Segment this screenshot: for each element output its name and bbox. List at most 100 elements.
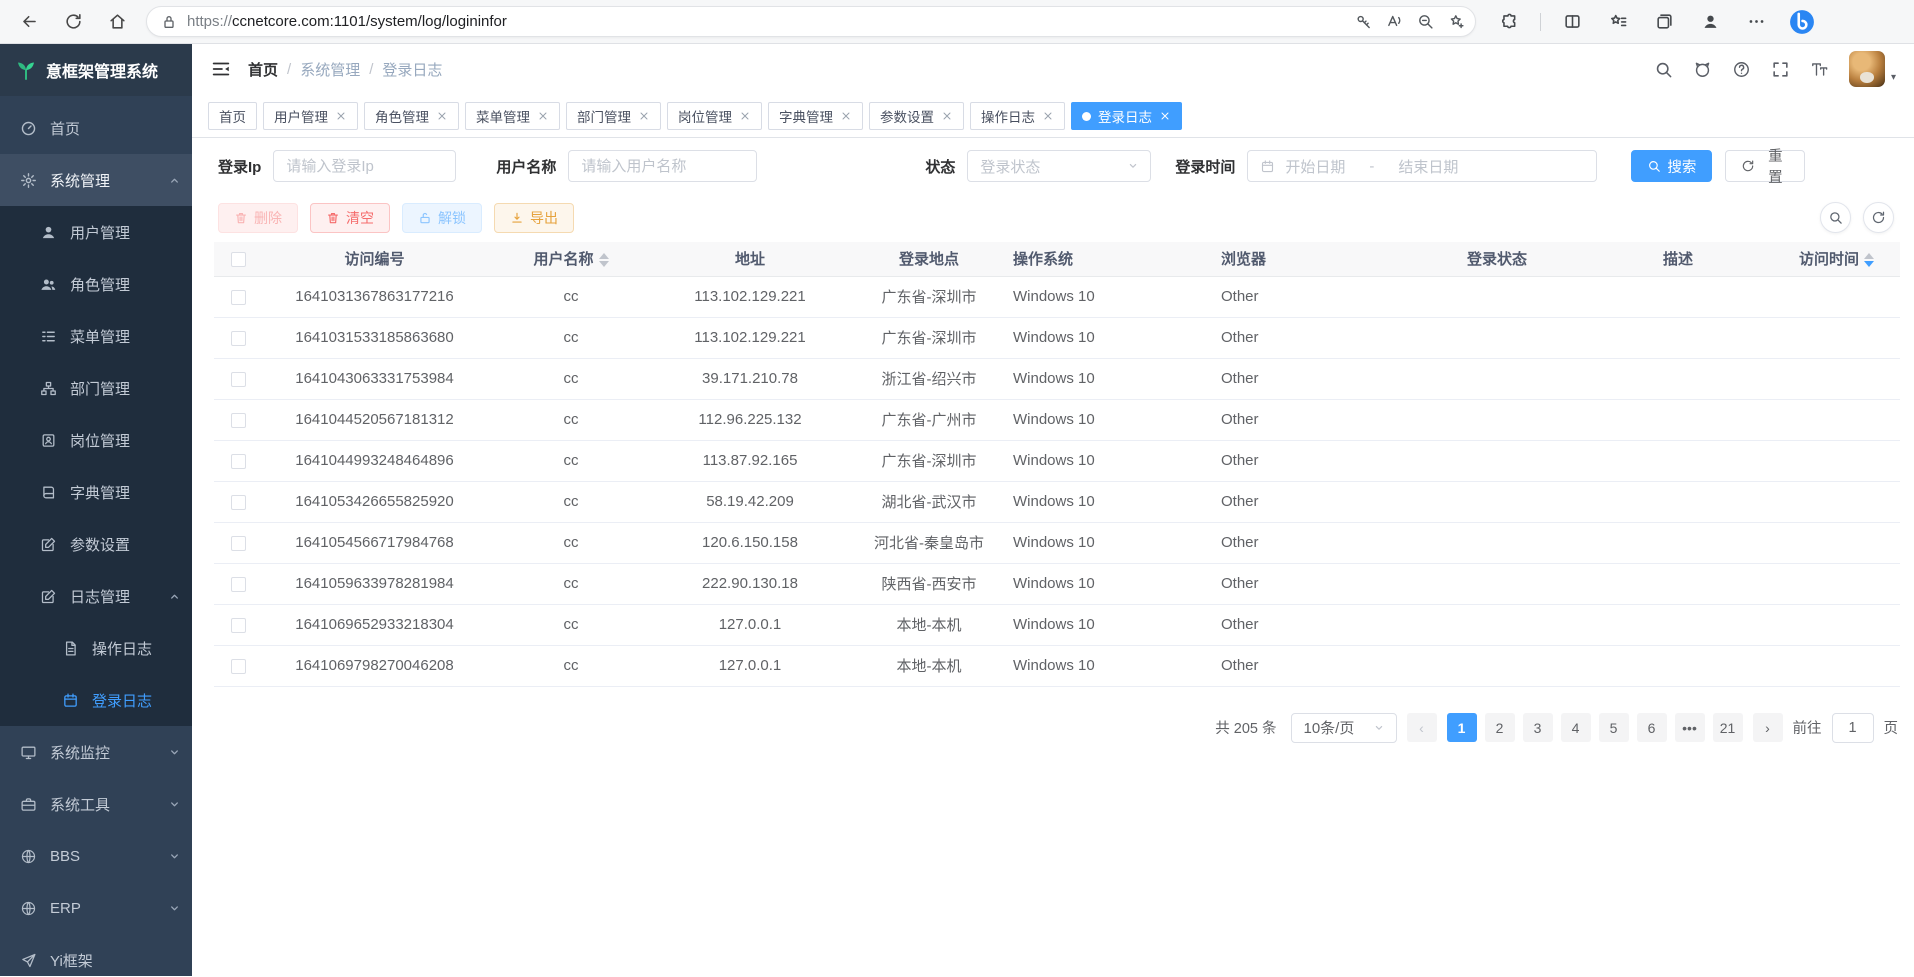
tab-param-settings[interactable]: 参数设置: [869, 102, 964, 130]
clear-button[interactable]: 清空: [310, 203, 390, 233]
select-all-checkbox[interactable]: [231, 252, 246, 267]
login-ip-input[interactable]: [273, 150, 456, 182]
end-date-placeholder[interactable]: 结束日期: [1398, 156, 1458, 177]
sidebar-item-system-tools[interactable]: 系统工具: [0, 778, 192, 830]
column-header[interactable]: 用户名称: [487, 242, 655, 276]
app-logo[interactable]: 意框架管理系统: [0, 44, 192, 96]
user-name-input[interactable]: [568, 150, 757, 182]
sidebar-item-login-log[interactable]: 登录日志: [0, 674, 192, 726]
page-button[interactable]: 5: [1599, 713, 1629, 742]
sidebar-item-dict-mgmt[interactable]: 字典管理: [0, 466, 192, 518]
zoom-out-icon[interactable]: [1417, 13, 1434, 30]
breadcrumb-item[interactable]: 登录日志: [382, 59, 442, 80]
favorite-add-icon[interactable]: [1448, 13, 1465, 30]
key-icon[interactable]: [1355, 13, 1372, 30]
tab-home[interactable]: 首页: [208, 102, 257, 130]
close-icon[interactable]: [739, 110, 751, 122]
search-button[interactable]: 搜索: [1631, 150, 1712, 182]
sidebar-item-home[interactable]: 首页: [0, 102, 192, 154]
export-button[interactable]: 导出: [494, 203, 574, 233]
sidebar-item-param-settings[interactable]: 参数设置: [0, 518, 192, 570]
next-page-button[interactable]: ›: [1753, 713, 1783, 742]
tab-role-mgmt[interactable]: 角色管理: [364, 102, 459, 130]
home-button[interactable]: [102, 7, 132, 37]
start-date-placeholder[interactable]: 开始日期: [1285, 156, 1345, 177]
close-icon[interactable]: [941, 110, 953, 122]
page-button[interactable]: 4: [1561, 713, 1591, 742]
sidebar-item-system-monitor[interactable]: 系统监控: [0, 726, 192, 778]
tab-dict-mgmt[interactable]: 字典管理: [768, 102, 863, 130]
row-checkbox[interactable]: [231, 454, 246, 469]
sidebar-item-dept-mgmt[interactable]: 部门管理: [0, 362, 192, 414]
unlock-button[interactable]: 解锁: [402, 203, 482, 233]
github-icon[interactable]: [1693, 60, 1712, 79]
sort-desc-icon[interactable]: [1864, 261, 1874, 267]
row-checkbox[interactable]: [231, 290, 246, 305]
font-size-icon[interactable]: [1810, 60, 1829, 79]
close-icon[interactable]: [436, 110, 448, 122]
page-button[interactable]: 1: [1447, 713, 1477, 742]
sort-asc-icon[interactable]: [599, 253, 609, 259]
show-search-button[interactable]: [1820, 202, 1851, 233]
breadcrumb-item[interactable]: 首页: [248, 59, 278, 80]
column-header[interactable]: 访问时间: [1773, 242, 1900, 276]
user-avatar[interactable]: [1849, 51, 1885, 87]
reset-button[interactable]: 重置: [1725, 150, 1805, 182]
row-checkbox[interactable]: [231, 659, 246, 674]
row-checkbox[interactable]: [231, 577, 246, 592]
help-icon[interactable]: [1732, 60, 1751, 79]
row-checkbox[interactable]: [231, 331, 246, 346]
page-button[interactable]: 2: [1485, 713, 1515, 742]
tab-post-mgmt[interactable]: 岗位管理: [667, 102, 762, 130]
address-bar[interactable]: https://ccnetcore.com:1101/system/log/lo…: [146, 6, 1476, 37]
close-icon[interactable]: [1159, 110, 1171, 122]
page-size-select[interactable]: 10条/页: [1291, 713, 1397, 743]
goto-page-input[interactable]: [1832, 713, 1874, 743]
fullscreen-icon[interactable]: [1771, 60, 1790, 79]
sidebar-item-yi-framework[interactable]: Yi框架: [0, 934, 192, 976]
prev-page-button[interactable]: ‹: [1407, 713, 1437, 742]
tab-dept-mgmt[interactable]: 部门管理: [566, 102, 661, 130]
close-icon[interactable]: [1042, 110, 1054, 122]
menu-fold-icon[interactable]: [210, 58, 232, 80]
breadcrumb-item[interactable]: 系统管理: [300, 59, 360, 80]
sidebar-item-user-mgmt[interactable]: 用户管理: [0, 206, 192, 258]
sidebar-item-log-mgmt[interactable]: 日志管理: [0, 570, 192, 622]
close-icon[interactable]: [840, 110, 852, 122]
collections-button[interactable]: [1649, 7, 1679, 37]
row-checkbox[interactable]: [231, 413, 246, 428]
sort-asc-icon[interactable]: [1864, 253, 1874, 259]
sidebar-item-system-mgmt[interactable]: 系统管理: [0, 154, 192, 206]
close-icon[interactable]: [638, 110, 650, 122]
date-range-picker[interactable]: 开始日期 - 结束日期: [1247, 150, 1597, 182]
close-icon[interactable]: [537, 110, 549, 122]
row-checkbox[interactable]: [231, 372, 246, 387]
row-checkbox[interactable]: [231, 536, 246, 551]
sidebar-item-post-mgmt[interactable]: 岗位管理: [0, 414, 192, 466]
refresh-button[interactable]: [58, 7, 88, 37]
sort-desc-icon[interactable]: [599, 261, 609, 267]
page-button[interactable]: 3: [1523, 713, 1553, 742]
page-button[interactable]: 6: [1637, 713, 1667, 742]
split-screen-button[interactable]: [1557, 7, 1587, 37]
row-checkbox[interactable]: [231, 618, 246, 633]
status-select[interactable]: 登录状态: [967, 150, 1151, 182]
page-button[interactable]: 21: [1713, 713, 1743, 742]
sidebar-item-role-mgmt[interactable]: 角色管理: [0, 258, 192, 310]
row-checkbox[interactable]: [231, 495, 246, 510]
page-ellipsis[interactable]: •••: [1675, 713, 1705, 742]
sort-carets-icon[interactable]: [599, 253, 609, 267]
close-icon[interactable]: [335, 110, 347, 122]
tab-operation-log[interactable]: 操作日志: [970, 102, 1065, 130]
profile-button[interactable]: [1695, 7, 1725, 37]
extensions-button[interactable]: [1494, 7, 1524, 37]
site-lock-icon[interactable]: [161, 14, 177, 30]
favorites-bar-button[interactable]: [1603, 7, 1633, 37]
tab-menu-mgmt[interactable]: 菜单管理: [465, 102, 560, 130]
more-menu-button[interactable]: [1741, 7, 1771, 37]
read-aloud-icon[interactable]: [1386, 13, 1403, 30]
search-icon[interactable]: [1654, 60, 1673, 79]
tab-user-mgmt[interactable]: 用户管理: [263, 102, 358, 130]
back-button[interactable]: [14, 7, 44, 37]
sidebar-item-erp[interactable]: ERP: [0, 882, 192, 934]
